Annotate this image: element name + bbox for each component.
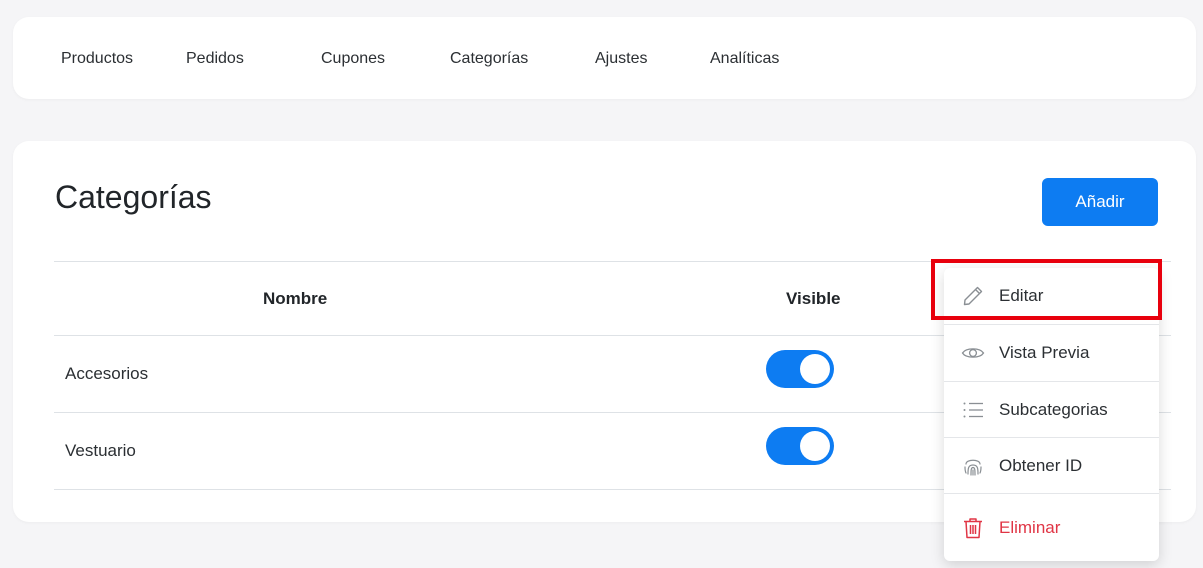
row-name-vestuario: Vestuario (65, 441, 136, 460)
column-header-name: Nombre (263, 289, 328, 308)
nav-item-productos[interactable]: Productos (61, 50, 133, 68)
fingerprint-icon (964, 459, 982, 476)
page-title: Categorías (55, 179, 212, 215)
toggle-knob (800, 354, 830, 384)
nav-item-categorias[interactable]: Categorías (450, 50, 528, 68)
column-header-visible: Visible (786, 289, 841, 308)
nav-item-ajustes[interactable]: Ajustes (595, 50, 647, 68)
nav-item-analiticas[interactable]: Analíticas (710, 50, 779, 68)
list-icon (963, 402, 983, 418)
menu-label: Subcategorias (999, 400, 1108, 419)
eye-icon (961, 348, 985, 358)
add-button[interactable]: Añadir (1042, 178, 1158, 226)
menu-item-obtener-id[interactable]: Obtener ID (944, 438, 1159, 494)
toggle-knob (800, 431, 830, 461)
table-top-border (54, 261, 1171, 262)
menu-label: Editar (999, 286, 1044, 305)
top-nav: Productos Pedidos Cupones Categorías Aju… (13, 17, 1196, 99)
nav-item-cupones[interactable]: Cupones (321, 50, 385, 68)
nav-item-pedidos[interactable]: Pedidos (186, 50, 244, 68)
menu-item-eliminar[interactable]: Eliminar (944, 500, 1159, 556)
menu-label: Vista Previa (999, 343, 1090, 362)
row-name-accesorios: Accesorios (65, 364, 149, 383)
menu-label: Obtener ID (999, 456, 1083, 475)
menu-label: Eliminar (999, 518, 1061, 537)
menu-item-subcategorias[interactable]: Subcategorias (944, 382, 1159, 438)
menu-item-vista-previa[interactable]: Vista Previa (944, 325, 1159, 381)
row-actions-menu: Editar Vista Previa Subcategorias Obtene… (944, 268, 1159, 561)
menu-item-editar[interactable]: Editar (944, 268, 1159, 324)
trash-icon (964, 518, 982, 539)
visible-toggle-accesorios[interactable] (766, 350, 834, 388)
menu-divider (944, 493, 1159, 494)
pencil-icon (963, 286, 983, 306)
visible-toggle-vestuario[interactable] (766, 427, 834, 465)
